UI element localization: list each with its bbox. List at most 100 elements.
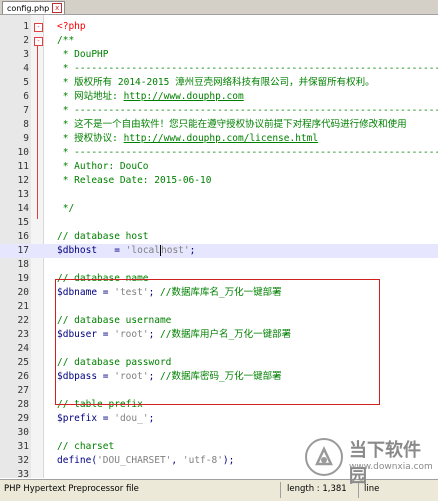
text-token: // database host bbox=[57, 231, 149, 242]
code-line: 14 */ bbox=[0, 202, 438, 216]
code-text: // database host bbox=[57, 230, 149, 244]
text-token: * 版权所有 2014-2015 漳州豆壳网络科技有限公司，并保留所有权利。 bbox=[57, 77, 375, 88]
line-number: 6 bbox=[23, 91, 29, 102]
code-line: 10 * -----------------------------------… bbox=[0, 146, 438, 160]
status-file-type: PHP Hypertext Preprocessor file bbox=[4, 484, 139, 494]
code-text: * --------------------------------------… bbox=[57, 146, 438, 160]
line-number: 25 bbox=[17, 357, 29, 368]
watermark-logo-icon bbox=[305, 438, 343, 476]
line-number: 30 bbox=[17, 427, 29, 438]
line-number: 5 bbox=[23, 77, 29, 88]
line-number: 12 bbox=[17, 175, 29, 186]
line-number: 11 bbox=[17, 161, 29, 172]
code-text: $dbhost = 'localhost'; bbox=[57, 244, 195, 258]
code-line: 29 $prefix = 'dou_'; bbox=[0, 412, 438, 426]
line-number: 18 bbox=[17, 259, 29, 270]
code-text: * DouPHP bbox=[57, 48, 109, 62]
code-text: * 版权所有 2014-2015 漳州豆壳网络科技有限公司，并保留所有权利。 bbox=[57, 76, 375, 90]
line-number: 3 bbox=[23, 49, 29, 60]
text-token: * Author: DouCo bbox=[57, 161, 149, 172]
text-token: * 授权协议: bbox=[57, 133, 124, 144]
text-token: /** bbox=[57, 35, 75, 46]
string-token: host' bbox=[161, 245, 190, 256]
code-line: 9 * 授权协议: http://www.douphp.com/license.… bbox=[0, 132, 438, 146]
tab-config-php[interactable]: config.php x bbox=[2, 1, 66, 14]
status-length: length : 1,381 bbox=[287, 484, 347, 494]
function-token: define bbox=[57, 455, 92, 466]
line-number: 8 bbox=[23, 119, 29, 130]
fold-toggle-icon[interactable]: - bbox=[34, 37, 43, 46]
code-text: * Author: DouCo bbox=[57, 160, 149, 174]
line-number: 10 bbox=[17, 147, 29, 158]
code-line: 2- /** bbox=[0, 34, 438, 48]
code-line: 12 * Release Date: 2015-06-10 bbox=[0, 174, 438, 188]
text-token: * --------------------------------------… bbox=[62, 147, 438, 158]
code-text: <?php bbox=[57, 20, 86, 34]
code-text: * --------------------------------------… bbox=[57, 104, 438, 118]
punctuation-token: ); bbox=[222, 455, 235, 466]
line-number: 2 bbox=[23, 35, 29, 46]
text-token: // charset bbox=[57, 441, 115, 452]
line-number: 15 bbox=[17, 217, 29, 228]
tab-bar: config.php x bbox=[0, 0, 438, 15]
line-number: 21 bbox=[17, 301, 29, 312]
code-line: 17 $dbhost = 'localhost'; bbox=[0, 244, 438, 258]
line-number: 22 bbox=[17, 315, 29, 326]
text-token: * 网站地址: bbox=[57, 91, 124, 102]
variable-token: $dbhost bbox=[57, 245, 98, 256]
punctuation-token: , bbox=[171, 455, 183, 466]
code-line: 7 * ------------------------------------… bbox=[0, 104, 438, 118]
operator-token: = bbox=[114, 245, 126, 256]
line-number: 27 bbox=[17, 385, 29, 396]
text-token: */ bbox=[57, 203, 75, 214]
string-token: 'dou_' bbox=[114, 413, 149, 424]
code-text: * 授权协议: http://www.douphp.com/license.ht… bbox=[57, 132, 318, 146]
fold-toggle-icon[interactable]: - bbox=[34, 23, 43, 32]
variable-token: $prefix bbox=[57, 413, 98, 424]
line-number: 17 bbox=[17, 245, 29, 256]
line-number: 16 bbox=[17, 231, 29, 242]
code-editor[interactable]: 1- <?php 2-/** 3 * DouPHP 4 * --------------… bbox=[0, 15, 438, 478]
line-number: 4 bbox=[23, 63, 29, 74]
code-line: 1- <?php bbox=[0, 20, 438, 34]
line-number: 24 bbox=[17, 343, 29, 354]
line-number: 33 bbox=[17, 469, 29, 478]
text-token: <?php bbox=[57, 21, 86, 32]
text-token: * --------------------------------------… bbox=[62, 105, 438, 116]
line-number: 20 bbox=[17, 287, 29, 298]
line-number: 19 bbox=[17, 273, 29, 284]
line-number: 1 bbox=[23, 21, 29, 32]
code-line: 11 * Author: DouCo bbox=[0, 160, 438, 174]
code-line: 13 bbox=[0, 188, 438, 202]
line-number: 23 bbox=[17, 329, 29, 340]
code-text: * 网站地址: http://www.douphp.com bbox=[57, 90, 244, 104]
text-token: * Release Date: 2015-06-10 bbox=[57, 175, 212, 186]
code-line: 3 * DouPHP bbox=[0, 48, 438, 62]
code-text: * --------------------------------------… bbox=[57, 62, 438, 76]
code-text: * 这不是一个自由软件！您只能在遵守授权协议前提下对程序代码进行修改和使用 bbox=[57, 118, 407, 132]
line-number: 13 bbox=[17, 189, 29, 200]
string-token: 'utf-8' bbox=[182, 455, 223, 466]
code-line: 4 * ------------------------------------… bbox=[0, 62, 438, 76]
text-token: * --------------------------------------… bbox=[62, 63, 438, 74]
url-link[interactable]: http://www.douphp.com bbox=[124, 91, 244, 102]
code-text: define('DOU_CHARSET', 'utf-8'); bbox=[57, 454, 234, 468]
code-text: * Release Date: 2015-06-10 bbox=[57, 174, 212, 188]
punctuation-token: ; bbox=[148, 413, 155, 424]
code-text: // charset bbox=[57, 440, 114, 454]
line-number: 7 bbox=[23, 105, 29, 116]
string-token: 'local bbox=[125, 245, 160, 256]
tab-label: config.php bbox=[7, 3, 50, 13]
close-icon[interactable]: x bbox=[52, 3, 63, 13]
line-number: 14 bbox=[17, 203, 29, 214]
line-number: 32 bbox=[17, 455, 29, 466]
code-text: $prefix = 'dou_'; bbox=[57, 412, 154, 426]
watermark: 当下软件园 www.downxia.com bbox=[305, 436, 435, 487]
text-token: * 这不是一个自由软件！您只能在遵守授权协议前提下对程序代码进行修改和使用 bbox=[57, 119, 407, 130]
url-link[interactable]: http://www.douphp.com/license.html bbox=[124, 133, 318, 144]
string-token: 'DOU_CHARSET' bbox=[97, 455, 172, 466]
line-number: 31 bbox=[17, 441, 29, 452]
code-line: 6 * 网站地址: http://www.douphp.com bbox=[0, 90, 438, 104]
line-number: 28 bbox=[17, 399, 29, 410]
